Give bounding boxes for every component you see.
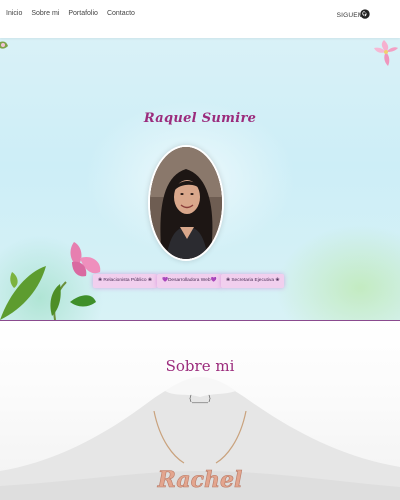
- hero-divider: [0, 320, 400, 321]
- tag-desarrolladora-web: 💜Desarrolladora Web💜: [157, 274, 222, 288]
- necklace-text: Rachel: [157, 467, 243, 493]
- profile-name: Raquel Sumire: [143, 111, 257, 126]
- flower-decoration-bottom-left-icon: [0, 242, 101, 321]
- nav-link-inicio[interactable]: Inicio: [6, 10, 22, 17]
- name-necklace-image: Rachel: [153, 411, 247, 493]
- tag-secretaria-ejecutiva: ❀ Secretaria Ejecutiva ❀: [221, 274, 285, 288]
- github-icon[interactable]: [360, 9, 370, 19]
- about-section: Sobre mi ⟨____⟩ Rachel: [0, 321, 400, 500]
- title-ornament: ⟨____⟩: [188, 394, 212, 403]
- top-navbar: Inicio Sobre mi Portafolio Contacto SIGU…: [0, 0, 400, 38]
- nav-link-sobre-mi[interactable]: Sobre mi: [31, 10, 59, 17]
- nav-link-contacto[interactable]: Contacto: [107, 10, 135, 17]
- about-title: Sobre mi: [165, 357, 235, 375]
- flower-decoration-top-right-icon: [374, 40, 398, 66]
- profile-photo: [148, 145, 224, 261]
- nav-links: Inicio Sobre mi Portafolio Contacto: [6, 10, 135, 17]
- flower-decoration-top-left-icon: [0, 41, 8, 49]
- nav-link-portafolio[interactable]: Portafolio: [68, 10, 98, 17]
